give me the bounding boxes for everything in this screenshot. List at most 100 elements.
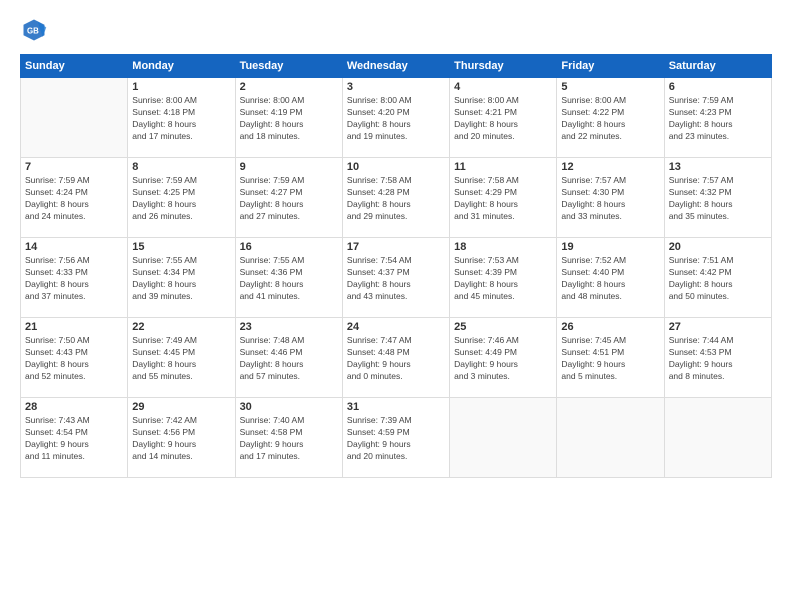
calendar-cell: 4 Sunrise: 8:00 AMSunset: 4:21 PMDaylight… xyxy=(450,78,557,158)
day-number: 19 xyxy=(561,241,659,253)
calendar-cell: 31 Sunrise: 7:39 AMSunset: 4:59 PMDayligh… xyxy=(342,398,449,478)
weekday-header-tuesday: Tuesday xyxy=(235,55,342,78)
calendar-cell: 13Sunrise: 7:57 AMSunset: 4:32 PMDayligh… xyxy=(664,158,771,238)
day-info: Sunrise: 7:44 AMSunset: 4:53 PMDaylight:… xyxy=(669,335,767,383)
calendar-cell: 18 Sunrise: 7:53 AMSunset: 4:39 PMDayligh… xyxy=(450,238,557,318)
day-number: 1 xyxy=(132,81,230,93)
weekday-header-saturday: Saturday xyxy=(664,55,771,78)
day-number: 2 xyxy=(240,81,338,93)
calendar-cell: 3 Sunrise: 8:00 AMSunset: 4:20 PMDaylight… xyxy=(342,78,449,158)
calendar-cell: 5 Sunrise: 8:00 AMSunset: 4:22 PMDaylight… xyxy=(557,78,664,158)
day-number: 8 xyxy=(132,161,230,173)
day-info: Sunrise: 7:59 AMSunset: 4:23 PMDaylight:… xyxy=(669,95,767,143)
calendar-cell: 29 Sunrise: 7:42 AMSunset: 4:56 PMDayligh… xyxy=(128,398,235,478)
day-info: Sunrise: 8:00 AMSunset: 4:20 PMDaylight:… xyxy=(347,95,445,143)
calendar-cell xyxy=(21,78,128,158)
header: GB xyxy=(20,16,772,44)
day-info: Sunrise: 7:43 AMSunset: 4:54 PMDaylight:… xyxy=(25,415,123,463)
day-number: 13 xyxy=(669,161,767,173)
day-number: 26 xyxy=(561,321,659,333)
calendar-cell: 22 Sunrise: 7:49 AMSunset: 4:45 PMDayligh… xyxy=(128,318,235,398)
calendar-cell: 28 Sunrise: 7:43 AMSunset: 4:54 PMDayligh… xyxy=(21,398,128,478)
day-number: 6 xyxy=(669,81,767,93)
calendar-cell: 7Sunrise: 7:59 AMSunset: 4:24 PMDaylight… xyxy=(21,158,128,238)
day-info: Sunrise: 7:39 AMSunset: 4:59 PMDaylight:… xyxy=(347,415,445,463)
calendar-cell: 11Sunrise: 7:58 AMSunset: 4:29 PMDayligh… xyxy=(450,158,557,238)
weekday-header-friday: Friday xyxy=(557,55,664,78)
calendar-cell: 8 Sunrise: 7:59 AMSunset: 4:25 PMDaylight… xyxy=(128,158,235,238)
calendar-cell: 15 Sunrise: 7:55 AMSunset: 4:34 PMDayligh… xyxy=(128,238,235,318)
day-info: Sunrise: 7:59 AMSunset: 4:24 PMDaylight:… xyxy=(25,175,123,223)
weekday-header-wednesday: Wednesday xyxy=(342,55,449,78)
day-info: Sunrise: 7:47 AMSunset: 4:48 PMDaylight:… xyxy=(347,335,445,383)
calendar-cell: 14 Sunrise: 7:56 AMSunset: 4:33 PMDayligh… xyxy=(21,238,128,318)
calendar-cell: 9Sunrise: 7:59 AMSunset: 4:27 PMDaylight… xyxy=(235,158,342,238)
day-info: Sunrise: 7:55 AMSunset: 4:34 PMDaylight:… xyxy=(132,255,230,303)
day-info: Sunrise: 7:55 AMSunset: 4:36 PMDaylight:… xyxy=(240,255,338,303)
calendar-cell xyxy=(664,398,771,478)
logo: GB xyxy=(20,16,52,44)
svg-text:GB: GB xyxy=(27,27,39,36)
calendar-cell: 2 Sunrise: 8:00 AMSunset: 4:19 PMDaylight… xyxy=(235,78,342,158)
calendar-week-row: 7Sunrise: 7:59 AMSunset: 4:24 PMDaylight… xyxy=(21,158,772,238)
day-number: 27 xyxy=(669,321,767,333)
calendar-cell: 20 Sunrise: 7:51 AMSunset: 4:42 PMDayligh… xyxy=(664,238,771,318)
logo-icon: GB xyxy=(20,16,48,44)
calendar-cell: 24 Sunrise: 7:47 AMSunset: 4:48 PMDayligh… xyxy=(342,318,449,398)
day-number: 14 xyxy=(25,241,123,253)
day-number: 18 xyxy=(454,241,552,253)
calendar-cell: 16 Sunrise: 7:55 AMSunset: 4:36 PMDayligh… xyxy=(235,238,342,318)
day-number: 15 xyxy=(132,241,230,253)
day-info: Sunrise: 7:54 AMSunset: 4:37 PMDaylight:… xyxy=(347,255,445,303)
calendar-week-row: 14 Sunrise: 7:56 AMSunset: 4:33 PMDayligh… xyxy=(21,238,772,318)
day-info: Sunrise: 7:52 AMSunset: 4:40 PMDaylight:… xyxy=(561,255,659,303)
calendar-cell: 17 Sunrise: 7:54 AMSunset: 4:37 PMDayligh… xyxy=(342,238,449,318)
day-info: Sunrise: 7:51 AMSunset: 4:42 PMDaylight:… xyxy=(669,255,767,303)
calendar-cell xyxy=(557,398,664,478)
day-info: Sunrise: 7:57 AMSunset: 4:30 PMDaylight:… xyxy=(561,175,659,223)
day-info: Sunrise: 7:59 AMSunset: 4:27 PMDaylight:… xyxy=(240,175,338,223)
calendar-week-row: 21 Sunrise: 7:50 AMSunset: 4:43 PMDayligh… xyxy=(21,318,772,398)
calendar-cell: 26Sunrise: 7:45 AMSunset: 4:51 PMDayligh… xyxy=(557,318,664,398)
day-info: Sunrise: 7:42 AMSunset: 4:56 PMDaylight:… xyxy=(132,415,230,463)
weekday-header-thursday: Thursday xyxy=(450,55,557,78)
day-number: 29 xyxy=(132,401,230,413)
weekday-header-monday: Monday xyxy=(128,55,235,78)
day-number: 30 xyxy=(240,401,338,413)
calendar-cell: 30Sunrise: 7:40 AMSunset: 4:58 PMDayligh… xyxy=(235,398,342,478)
day-number: 25 xyxy=(454,321,552,333)
day-info: Sunrise: 8:00 AMSunset: 4:21 PMDaylight:… xyxy=(454,95,552,143)
day-number: 21 xyxy=(25,321,123,333)
day-number: 10 xyxy=(347,161,445,173)
calendar-week-row: 1 Sunrise: 8:00 AMSunset: 4:18 PMDaylight… xyxy=(21,78,772,158)
day-number: 31 xyxy=(347,401,445,413)
day-info: Sunrise: 8:00 AMSunset: 4:19 PMDaylight:… xyxy=(240,95,338,143)
calendar-cell: 23 Sunrise: 7:48 AMSunset: 4:46 PMDayligh… xyxy=(235,318,342,398)
day-info: Sunrise: 7:53 AMSunset: 4:39 PMDaylight:… xyxy=(454,255,552,303)
calendar-week-row: 28 Sunrise: 7:43 AMSunset: 4:54 PMDayligh… xyxy=(21,398,772,478)
day-info: Sunrise: 7:48 AMSunset: 4:46 PMDaylight:… xyxy=(240,335,338,383)
day-info: Sunrise: 7:56 AMSunset: 4:33 PMDaylight:… xyxy=(25,255,123,303)
day-number: 4 xyxy=(454,81,552,93)
day-number: 24 xyxy=(347,321,445,333)
page: GB SundayMondayTuesdayWednesdayThursdayF… xyxy=(0,0,792,612)
calendar-cell: 25Sunrise: 7:46 AMSunset: 4:49 PMDayligh… xyxy=(450,318,557,398)
day-number: 5 xyxy=(561,81,659,93)
calendar-cell: 10 Sunrise: 7:58 AMSunset: 4:28 PMDayligh… xyxy=(342,158,449,238)
weekday-header-sunday: Sunday xyxy=(21,55,128,78)
day-info: Sunrise: 7:50 AMSunset: 4:43 PMDaylight:… xyxy=(25,335,123,383)
day-number: 20 xyxy=(669,241,767,253)
day-info: Sunrise: 7:49 AMSunset: 4:45 PMDaylight:… xyxy=(132,335,230,383)
day-number: 17 xyxy=(347,241,445,253)
day-number: 28 xyxy=(25,401,123,413)
day-info: Sunrise: 7:58 AMSunset: 4:28 PMDaylight:… xyxy=(347,175,445,223)
day-info: Sunrise: 8:00 AMSunset: 4:18 PMDaylight:… xyxy=(132,95,230,143)
day-number: 23 xyxy=(240,321,338,333)
calendar-cell: 27 Sunrise: 7:44 AMSunset: 4:53 PMDayligh… xyxy=(664,318,771,398)
day-number: 3 xyxy=(347,81,445,93)
day-number: 16 xyxy=(240,241,338,253)
calendar-cell: 21 Sunrise: 7:50 AMSunset: 4:43 PMDayligh… xyxy=(21,318,128,398)
day-number: 22 xyxy=(132,321,230,333)
day-info: Sunrise: 8:00 AMSunset: 4:22 PMDaylight:… xyxy=(561,95,659,143)
day-info: Sunrise: 7:59 AMSunset: 4:25 PMDaylight:… xyxy=(132,175,230,223)
